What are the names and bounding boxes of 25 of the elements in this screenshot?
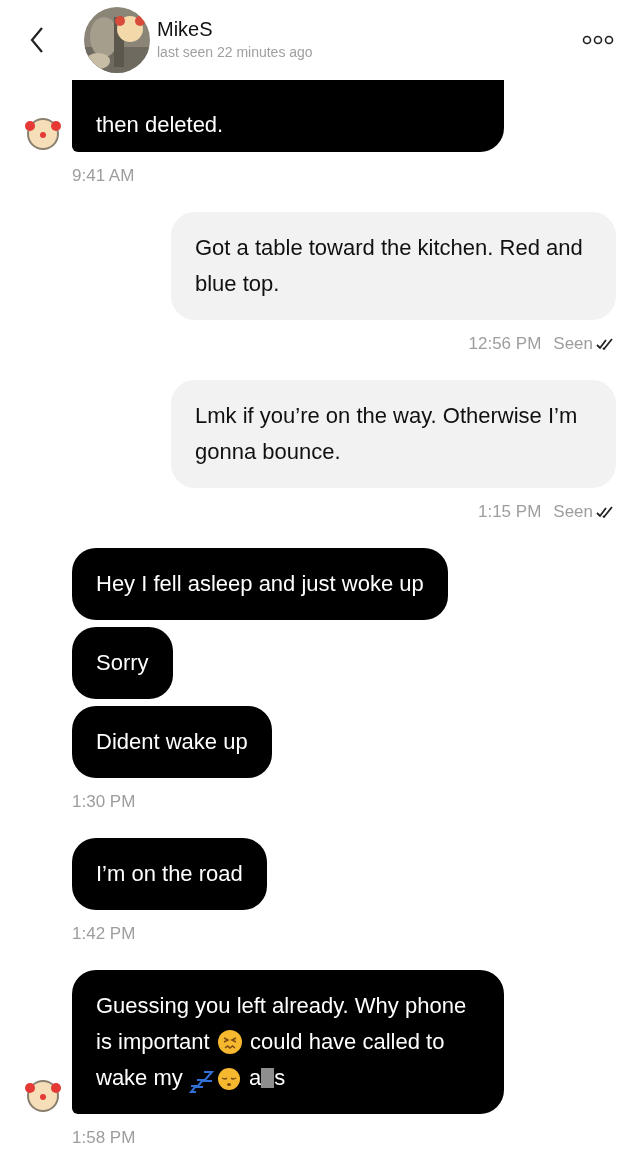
message-bubble: Sorry bbox=[72, 627, 173, 699]
read-status: Seen bbox=[553, 502, 593, 522]
message-bubble: Hey I fell asleep and just woke up bbox=[72, 548, 448, 620]
back-icon[interactable] bbox=[28, 25, 46, 55]
message-time: 9:41 AM bbox=[72, 166, 135, 186]
contact-name: MikeS bbox=[157, 18, 214, 41]
read-status: Seen bbox=[553, 334, 593, 354]
more-icon[interactable] bbox=[582, 35, 614, 45]
message-time: 1:30 PM bbox=[72, 792, 136, 812]
last-seen-status: last seen 22 minutes ago bbox=[157, 44, 314, 60]
message-bubble: Dident wake up bbox=[72, 706, 272, 778]
message-bubble: then deleted. bbox=[72, 80, 504, 152]
message-time: 1:15 PM bbox=[478, 502, 542, 522]
double-check-icon bbox=[596, 337, 614, 351]
emoji-icon bbox=[216, 1029, 243, 1055]
message-bubble: Lmk if you’re on the way. Otherwise I’m gonna bounce. bbox=[171, 380, 616, 488]
sleeping-emoji-icon bbox=[215, 1065, 242, 1091]
message-time: 1:58 PM bbox=[72, 1128, 136, 1148]
message-bubble: I’m on the road bbox=[72, 838, 267, 910]
message-bubble: Guessing you left already. Why phone is important could have called to wake my a s bbox=[72, 970, 504, 1114]
message-time: 1:42 PM bbox=[72, 924, 136, 944]
double-check-icon bbox=[596, 505, 614, 519]
redaction-mark bbox=[261, 1068, 275, 1088]
message-time: 12:56 PM bbox=[468, 334, 542, 354]
message-bubble: Got a table toward the kitchen. Red and blue top. bbox=[171, 212, 616, 320]
